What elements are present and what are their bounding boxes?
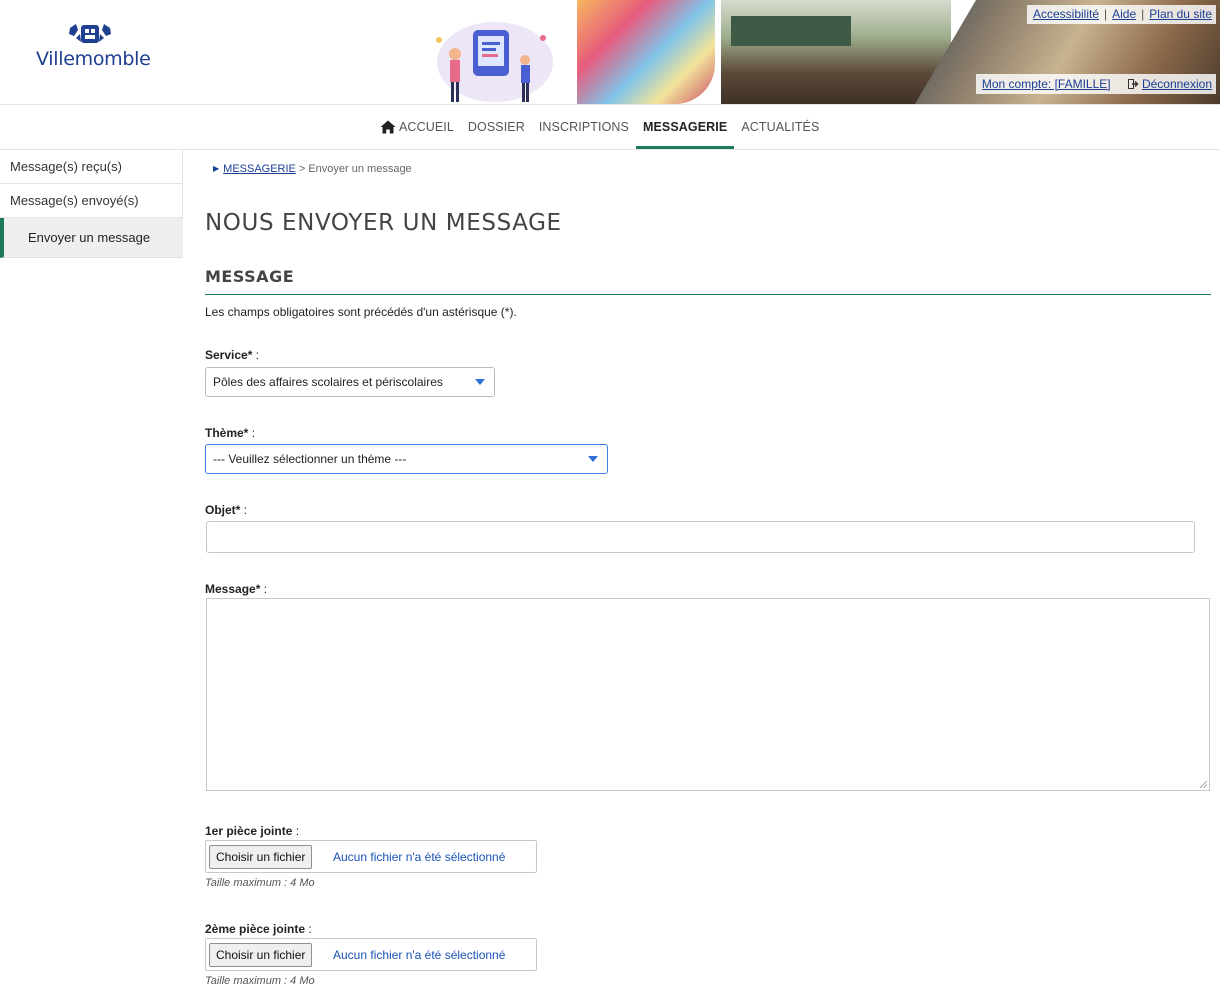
required-fields-note: Les champs obligatoires sont précédés d'… <box>205 305 517 319</box>
service-label: Service* : <box>205 348 260 362</box>
service-select-value: Pôles des affaires scolaires et périscol… <box>213 375 443 389</box>
file-status: Aucun fichier n'a été sélectionné <box>333 948 506 962</box>
section-divider <box>205 294 1211 295</box>
chevron-down-icon <box>588 456 598 462</box>
utility-links: Accessibilité | Aide | Plan du site <box>1026 5 1216 24</box>
attachment1-label: 1er pièce jointe : <box>205 824 300 838</box>
resize-handle-icon[interactable] <box>1200 781 1207 788</box>
file-status: Aucun fichier n'a été sélectionné <box>333 850 506 864</box>
theme-select-value: --- Veuillez sélectionner un thème --- <box>213 452 407 466</box>
help-link[interactable]: Aide <box>1112 7 1136 21</box>
theme-select[interactable]: --- Veuillez sélectionner un thème --- <box>205 444 608 474</box>
sign-out-icon <box>1127 79 1139 89</box>
max-size-hint: Taille maximum : 4 Mo <box>205 975 315 987</box>
logout-link[interactable]: Déconnexion <box>1142 77 1212 91</box>
section-title: MESSAGE <box>205 267 295 286</box>
breadcrumb-arrow-icon: ▶ <box>213 164 220 173</box>
illustration-image <box>436 22 553 102</box>
main-nav: ACCUEIL DOSSIER INSCRIPTIONS MESSAGERIE … <box>0 105 1220 149</box>
theme-label: Thème* : <box>205 426 256 440</box>
sidebar-item-received[interactable]: Message(s) reçu(s) <box>0 150 183 184</box>
nav-item-inscriptions[interactable]: INSCRIPTIONS <box>532 105 636 149</box>
nav-item-messagerie[interactable]: MESSAGERIE <box>635 105 735 149</box>
breadcrumb-link-messagerie[interactable]: MESSAGERIE <box>223 163 296 175</box>
breadcrumb-current: Envoyer un message <box>308 163 412 175</box>
nav-item-actualites[interactable]: ACTUALITÉS <box>734 105 826 149</box>
sitemap-link[interactable]: Plan du site <box>1149 7 1212 21</box>
sidebar-item-sent[interactable]: Message(s) envoyé(s) <box>0 184 183 218</box>
site-header: Villemomble Accessibilité | Aide | Plan du s… <box>0 0 1220 104</box>
nav-item-dossier[interactable]: DOSSIER <box>461 105 532 149</box>
classroom-photo <box>721 0 951 104</box>
message-label: Message* : <box>205 582 268 596</box>
sidebar: Message(s) reçu(s) Message(s) envoyé(s) … <box>0 150 183 258</box>
nav-label: ACCUEIL <box>399 120 454 134</box>
logo-text: Villemomble <box>36 48 151 70</box>
breadcrumb: ▶ MESSAGERIE > Envoyer un message <box>213 163 412 175</box>
page-title: NOUS ENVOYER UN MESSAGE <box>205 210 562 236</box>
attachment1-file-input[interactable]: Choisir un fichier Aucun fichier n'a été… <box>205 840 537 873</box>
choose-file-button[interactable]: Choisir un fichier <box>209 845 313 869</box>
choose-file-button[interactable]: Choisir un fichier <box>209 943 313 967</box>
my-account-link[interactable]: Mon compte: [FAMILLE] <box>982 77 1111 91</box>
objet-input[interactable] <box>206 521 1195 553</box>
attachment2-label: 2ème pièce jointe : <box>205 922 312 936</box>
objet-label: Objet* : <box>205 503 248 517</box>
children-photo <box>577 0 715 104</box>
sidebar-item-send-message[interactable]: Envoyer un message <box>0 218 183 258</box>
chevron-down-icon <box>475 379 485 385</box>
message-textarea[interactable] <box>206 598 1210 791</box>
nav-divider <box>0 149 1220 150</box>
max-size-hint: Taille maximum : 4 Mo <box>205 877 315 889</box>
site-logo[interactable]: Villemomble <box>36 22 156 82</box>
logo-emblem-icon <box>69 24 111 43</box>
account-bar: Mon compte: [FAMILLE] Déconnexion <box>975 74 1216 94</box>
home-icon <box>380 120 396 134</box>
nav-item-accueil[interactable]: ACCUEIL <box>373 105 461 149</box>
service-select[interactable]: Pôles des affaires scolaires et périscol… <box>205 367 495 397</box>
accessibility-link[interactable]: Accessibilité <box>1033 7 1099 21</box>
attachment2-file-input[interactable]: Choisir un fichier Aucun fichier n'a été… <box>205 938 537 971</box>
